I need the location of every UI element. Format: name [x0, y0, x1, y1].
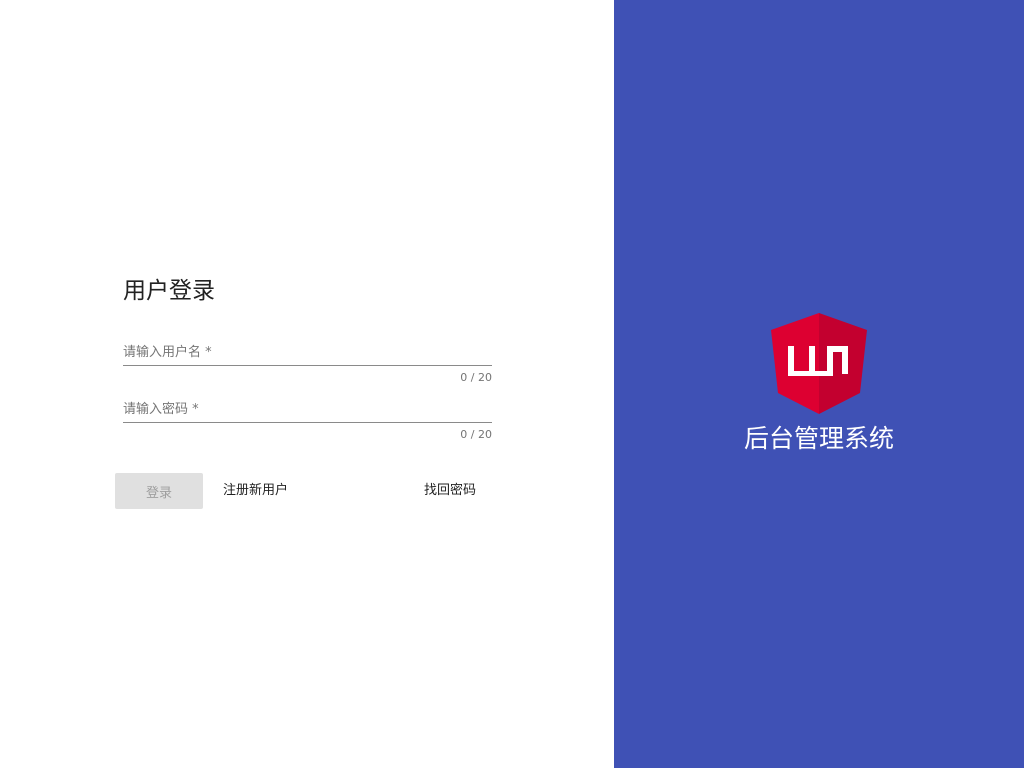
system-title: 后台管理系统 [743, 424, 894, 453]
login-panel: 用户登录 0 / 20 0 / 20 登录 注册新用户 找回密码 [0, 0, 614, 768]
password-counter: 0 / 20 [460, 428, 492, 441]
angular-shield-logo-icon [771, 313, 867, 414]
username-counter: 0 / 20 [460, 371, 492, 384]
username-field: 0 / 20 [123, 341, 492, 385]
login-title: 用户登录 [123, 278, 215, 304]
register-link[interactable]: 注册新用户 [223, 481, 288, 501]
password-field: 0 / 20 [123, 398, 492, 442]
username-input[interactable] [123, 341, 492, 366]
password-input[interactable] [123, 398, 492, 423]
login-page: 用户登录 0 / 20 0 / 20 登录 注册新用户 找回密码 后台管理系统 [0, 0, 1024, 768]
login-button[interactable]: 登录 [115, 473, 203, 509]
forgot-password-link[interactable]: 找回密码 [424, 481, 476, 501]
brand-panel: 后台管理系统 [614, 0, 1024, 768]
